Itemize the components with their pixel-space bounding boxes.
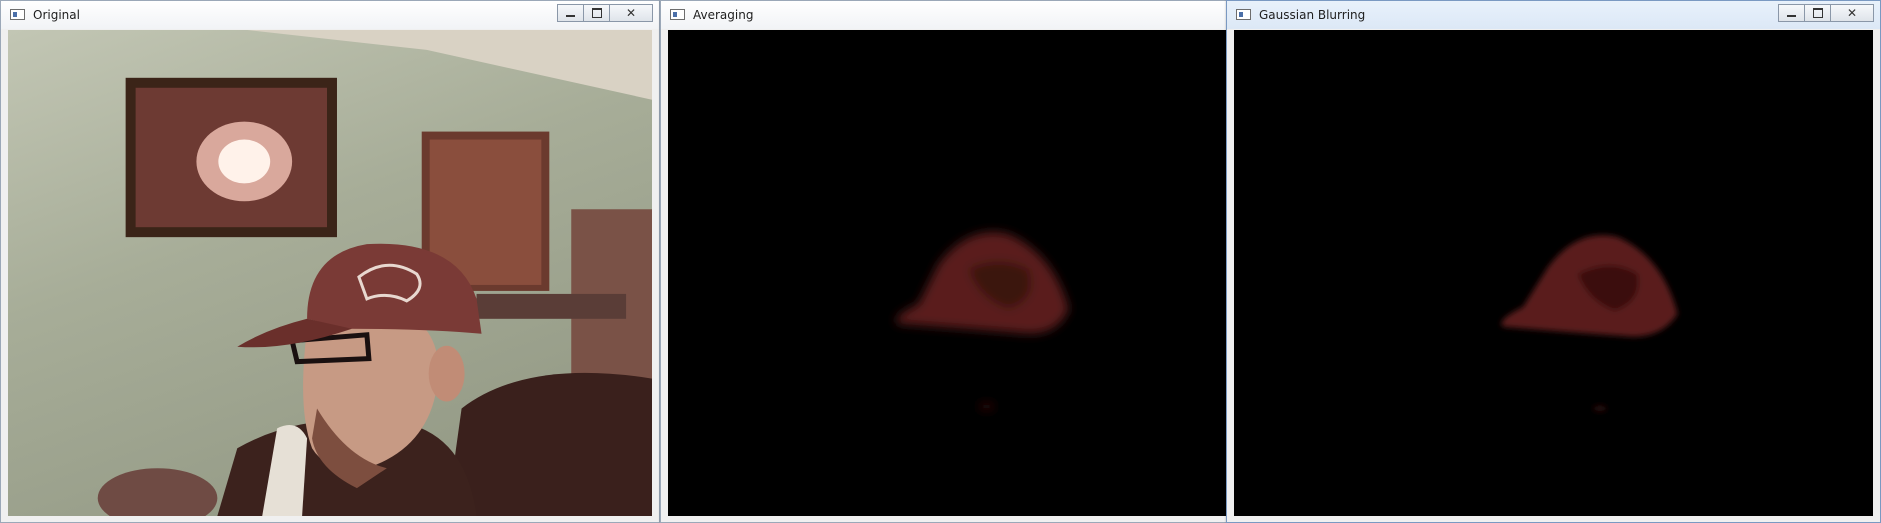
averaging-mask-image (895, 232, 1069, 411)
window-title: Averaging (693, 8, 754, 22)
gaussian-blurring-window: Gaussian Blurring ✕ (1226, 0, 1881, 523)
averaging-window: Averaging (660, 0, 1234, 523)
maximize-icon (1812, 8, 1823, 18)
original-window: Original ✕ (0, 0, 660, 523)
webcam-image (97, 30, 652, 516)
window-app-icon[interactable] (1236, 9, 1251, 20)
close-button[interactable]: ✕ (609, 4, 653, 22)
title-bar[interactable]: Gaussian Blurring ✕ (1227, 1, 1880, 29)
title-bar[interactable]: Original ✕ (1, 1, 659, 29)
window-title: Gaussian Blurring (1259, 8, 1366, 22)
minimize-icon (566, 15, 575, 17)
minimize-button[interactable] (1778, 4, 1805, 22)
close-button[interactable]: ✕ (1830, 4, 1874, 22)
title-bar[interactable]: Averaging (661, 1, 1233, 29)
maximize-icon (591, 8, 602, 18)
minimize-button[interactable] (557, 4, 584, 22)
window-app-icon[interactable] (670, 9, 685, 20)
gaussian-video-frame (1234, 30, 1873, 516)
gaussian-mask-image (1501, 235, 1678, 412)
window-app-icon[interactable] (10, 9, 25, 20)
averaging-video-frame (668, 30, 1229, 516)
window-title: Original (33, 8, 80, 22)
original-video-frame (8, 30, 652, 516)
maximize-button[interactable] (1804, 4, 1831, 22)
minimize-icon (1787, 15, 1796, 17)
maximize-button[interactable] (583, 4, 610, 22)
close-icon: ✕ (625, 6, 637, 20)
close-icon: ✕ (1846, 6, 1858, 20)
